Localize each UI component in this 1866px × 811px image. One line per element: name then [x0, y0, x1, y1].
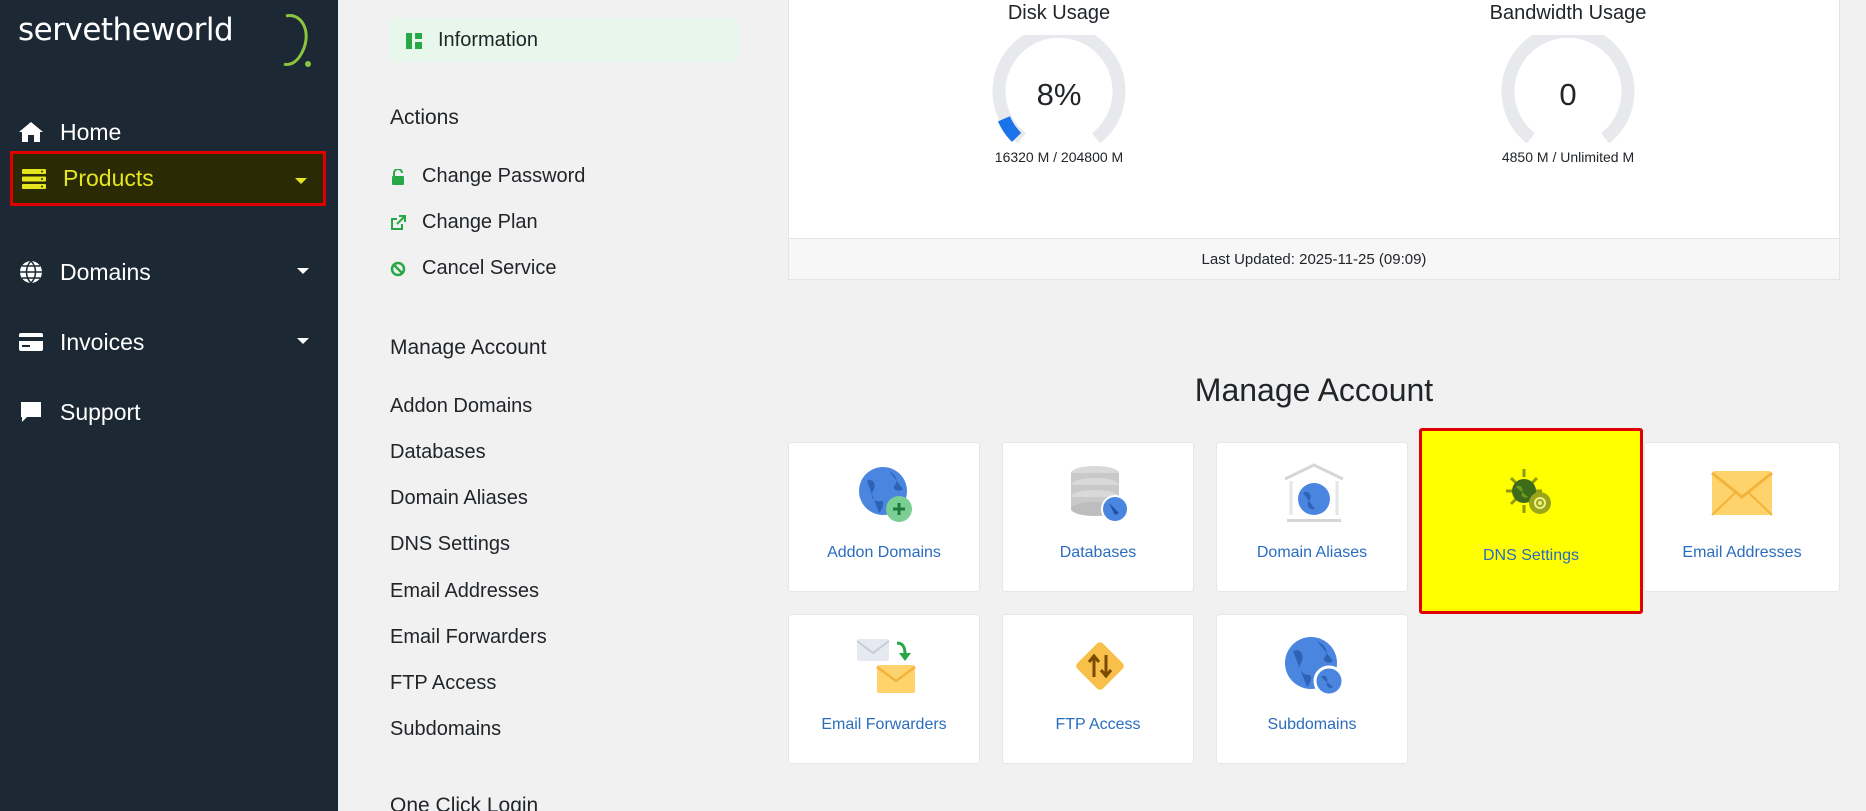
disk-usage-value: 8%: [1036, 77, 1082, 112]
tab-information[interactable]: Information: [390, 18, 738, 62]
tile-addon-domains[interactable]: Addon Domains: [788, 442, 980, 592]
sidebar-item-label: Products: [63, 165, 154, 191]
tile-label: Domain Aliases: [1256, 544, 1368, 561]
bandwidth-usage-gauge: 0: [1498, 24, 1638, 145]
disk-usage-block: Disk Usage 8% 16320 M / 204800 M: [909, 0, 1209, 165]
tile-label: Email Addresses: [1682, 544, 1802, 561]
change-plan-link[interactable]: Change Plan: [390, 211, 538, 234]
home-icon: [16, 118, 46, 146]
bandwidth-usage-title: Bandwidth Usage: [1489, 2, 1647, 24]
link-databases[interactable]: Databases: [390, 441, 486, 464]
chevron-down-icon: [297, 268, 309, 274]
tile-label: Addon Domains: [827, 544, 941, 561]
server-icon: [19, 165, 49, 193]
last-updated: Last Updated: 2025-11-25 (09:09): [789, 238, 1839, 279]
link-dns-settings[interactable]: DNS Settings: [390, 533, 510, 556]
tile-subdomains[interactable]: Subdomains: [1216, 614, 1408, 764]
bandwidth-usage-value: 0: [1559, 77, 1577, 112]
credit-card-icon: [16, 328, 46, 356]
chevron-down-icon: [297, 338, 309, 344]
sidebar-item-support[interactable]: Support: [10, 384, 325, 440]
disk-usage-gauge: 8%: [989, 24, 1129, 145]
tile-email-addresses[interactable]: Email Addresses: [1644, 442, 1840, 592]
tile-label: Email Forwarders: [821, 716, 947, 733]
ban-icon: [390, 261, 406, 277]
tile-label: DNS Settings: [1482, 547, 1580, 564]
bandwidth-usage-block: Bandwidth Usage 0 4850 M / Unlimited M: [1418, 0, 1718, 165]
tab-label: Information: [438, 28, 539, 51]
sidebar-item-invoices[interactable]: Invoices: [10, 314, 325, 370]
manage-account-title: Manage Account: [1194, 372, 1434, 408]
action-label: Change Password: [422, 165, 586, 187]
tile-dns-settings[interactable]: DNS Settings: [1419, 428, 1643, 614]
cancel-service-link[interactable]: Cancel Service: [390, 257, 557, 280]
link-domain-aliases[interactable]: Domain Aliases: [390, 487, 528, 510]
sidebar-item-label: Support: [60, 398, 141, 425]
ftp-access-icon: [1069, 635, 1131, 697]
tile-databases[interactable]: Databases: [1002, 442, 1194, 592]
logo-text: servetheworld: [18, 12, 234, 48]
tile-label: Databases: [1059, 544, 1137, 561]
lock-icon: [390, 168, 406, 185]
databases-icon: [1069, 463, 1131, 525]
link-ftp-access[interactable]: FTP Access: [390, 672, 496, 695]
email-addresses-icon: [1711, 463, 1773, 525]
dashboard-icon: [406, 32, 422, 49]
disk-usage-title: Disk Usage: [1007, 2, 1111, 24]
globe-icon: [16, 258, 46, 286]
logo-swoosh-icon: [283, 14, 311, 67]
domain-aliases-icon: [1283, 463, 1345, 525]
sidebar-item-label: Home: [60, 118, 122, 145]
subdomains-icon: [1283, 635, 1345, 697]
chevron-down-icon: [295, 178, 307, 184]
link-email-addresses[interactable]: Email Addresses: [390, 580, 539, 603]
sidebar-item-products[interactable]: Products: [10, 151, 326, 206]
brand-logo[interactable]: servetheworld: [18, 12, 318, 70]
dns-settings-icon: [1500, 467, 1562, 529]
addon-domains-icon: [855, 463, 917, 525]
email-forwarders-icon: [855, 635, 917, 697]
sidebar-item-label: Invoices: [60, 328, 145, 355]
manage-account-heading: Manage Account: [390, 336, 547, 359]
comment-icon: [16, 398, 46, 426]
one-click-login-heading: One Click Login: [390, 794, 539, 811]
sidebar-item-label: Domains: [60, 258, 151, 285]
tile-ftp-access[interactable]: FTP Access: [1002, 614, 1194, 764]
action-label: Change Plan: [422, 211, 538, 233]
link-subdomains[interactable]: Subdomains: [390, 718, 501, 741]
link-email-forwarders[interactable]: Email Forwarders: [390, 626, 547, 649]
action-label: Cancel Service: [422, 257, 557, 279]
external-link-icon: [390, 214, 406, 231]
disk-usage-detail: 16320 M / 204800 M: [994, 149, 1124, 165]
tile-label: FTP Access: [1055, 716, 1141, 733]
tile-label: Subdomains: [1267, 716, 1357, 733]
tile-domain-aliases[interactable]: Domain Aliases: [1216, 442, 1408, 592]
actions-heading: Actions: [390, 106, 459, 129]
change-password-link[interactable]: Change Password: [390, 165, 585, 188]
link-addon-domains[interactable]: Addon Domains: [390, 395, 532, 418]
bandwidth-usage-detail: 4850 M / Unlimited M: [1501, 149, 1635, 165]
service-menu: Information Actions Change Password Chan…: [338, 0, 758, 811]
usage-panel: Disk Usage 8% 16320 M / 204800 M Bandwid…: [788, 0, 1840, 280]
tile-email-forwarders[interactable]: Email Forwarders: [788, 614, 980, 764]
sidebar-item-domains[interactable]: Domains: [10, 244, 325, 300]
sidebar: servetheworld Home Products Domains Invo…: [0, 0, 338, 811]
